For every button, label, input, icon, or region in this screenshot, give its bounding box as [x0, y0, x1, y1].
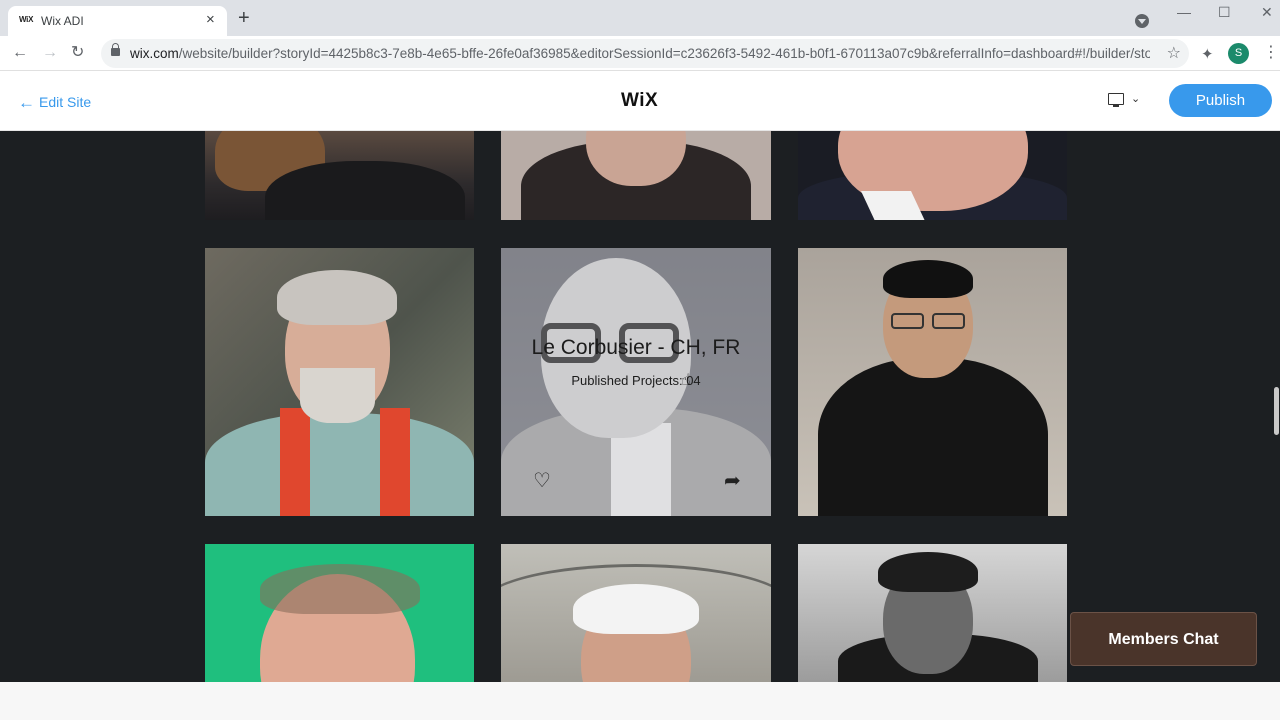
- gallery-item[interactable]: [205, 544, 474, 682]
- scrollbar-thumb[interactable]: [1274, 387, 1279, 435]
- gallery-item[interactable]: [798, 131, 1067, 220]
- minimize-icon[interactable]: —: [1177, 4, 1191, 20]
- address-bar[interactable]: wix.com/website/builder?storyId=4425b8c3…: [101, 39, 1189, 68]
- gallery-item[interactable]: [501, 544, 771, 682]
- profile-avatar[interactable]: S: [1228, 43, 1249, 64]
- extensions-icon[interactable]: ✦: [1201, 45, 1214, 63]
- wix-preview-header: ← Edit Site WiX ⌄ Publish: [0, 71, 1280, 131]
- members-chat-button[interactable]: Members Chat: [1070, 612, 1257, 666]
- reload-icon[interactable]: ↻: [71, 43, 84, 63]
- tab-close-icon[interactable]: ×: [206, 12, 215, 28]
- url-text[interactable]: wix.com/website/builder?storyId=4425b8c3…: [130, 46, 1150, 61]
- maximize-icon[interactable]: ☐: [1218, 4, 1231, 21]
- back-icon[interactable]: ←: [12, 43, 28, 63]
- publish-button[interactable]: Publish: [1169, 84, 1272, 117]
- browser-bottom-strip: [0, 682, 1280, 720]
- gallery-item[interactable]: [798, 544, 1067, 682]
- hand-cursor-icon: ☝: [681, 372, 691, 389]
- back-arrow-icon: ←: [18, 93, 35, 112]
- edit-site-link[interactable]: ← Edit Site: [18, 92, 91, 112]
- tab-search-icon[interactable]: [1135, 14, 1149, 28]
- card-subtitle: Published Projects: 04: [571, 373, 701, 388]
- browser-tabstrip: WiX Wix ADI × + — ☐ ✕: [0, 0, 1280, 36]
- gallery-item[interactable]: [798, 248, 1067, 516]
- tab-title: Wix ADI: [41, 14, 84, 28]
- gallery-item-hovered[interactable]: Le Corbusier - CH, FR Published Projects…: [501, 248, 771, 516]
- gallery-item[interactable]: [205, 131, 474, 220]
- page-scrollbar[interactable]: [1272, 131, 1280, 682]
- window-close-icon[interactable]: ✕: [1261, 4, 1273, 21]
- bookmark-star-icon[interactable]: ☆: [1167, 43, 1181, 63]
- heart-icon[interactable]: ♡: [533, 468, 551, 493]
- browser-tab[interactable]: WiX Wix ADI ×: [8, 6, 227, 36]
- browser-toolbar: ← → ↻ wix.com/website/builder?storyId=44…: [0, 36, 1280, 71]
- gallery-item[interactable]: [501, 131, 771, 220]
- chevron-down-icon[interactable]: ⌄: [1131, 92, 1140, 105]
- gallery-item[interactable]: [205, 248, 474, 516]
- desktop-view-icon[interactable]: [1108, 93, 1124, 107]
- share-icon[interactable]: ➦: [724, 468, 741, 493]
- browser-menu-icon[interactable]: ⋮: [1263, 42, 1279, 62]
- site-content: Le Corbusier - CH, FR Published Projects…: [0, 131, 1280, 682]
- lock-icon: [111, 43, 120, 56]
- card-title: Le Corbusier - CH, FR: [531, 336, 741, 359]
- forward-icon[interactable]: →: [42, 43, 58, 63]
- wix-favicon-icon: WiX: [19, 15, 34, 24]
- new-tab-button[interactable]: +: [238, 8, 250, 28]
- wix-logo: WiX: [621, 90, 659, 111]
